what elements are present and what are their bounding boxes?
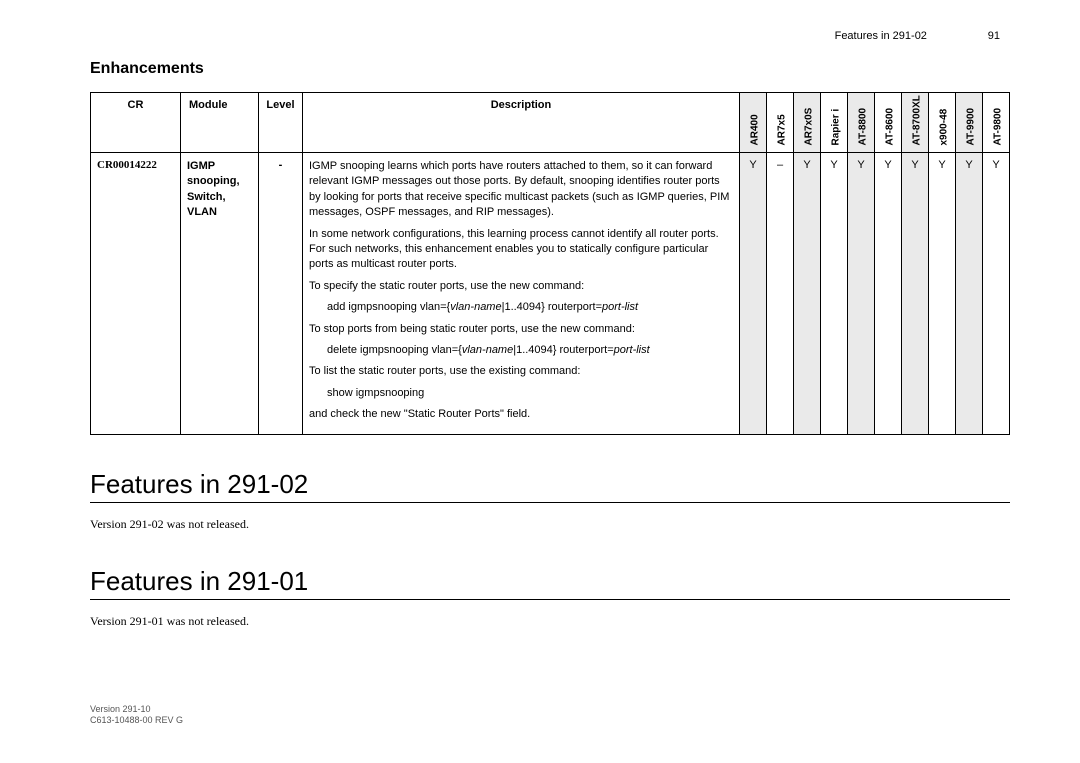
desc-para: and check the new "Static Router Ports" … xyxy=(309,407,733,422)
desc-para: IGMP snooping learns which ports have ro… xyxy=(309,159,733,221)
desc-command: add igmpsnooping vlan={vlan-name|1..4094… xyxy=(327,300,733,315)
desc-para: To list the static router ports, use the… xyxy=(309,364,733,379)
col-description: Description xyxy=(303,93,740,153)
cell-module: IGMP snooping, Switch, VLAN xyxy=(181,153,259,435)
body-text: Version 291-02 was not released. xyxy=(90,517,1010,532)
cell-support: Y xyxy=(983,153,1010,435)
section-title: Enhancements xyxy=(90,60,1010,78)
cell-support: Y xyxy=(848,153,875,435)
cell-support: Y xyxy=(956,153,983,435)
header-text: Features in 291-02 xyxy=(835,30,927,42)
col-device: AT-9800 xyxy=(983,93,1010,153)
col-module: Module xyxy=(181,93,259,153)
desc-command: delete igmpsnooping vlan={vlan-name|1..4… xyxy=(327,343,733,358)
col-device: AR7x5 xyxy=(767,93,794,153)
table-header-row: CR Module Level Description AR400 AR7x5 … xyxy=(91,93,1010,153)
cell-support: Y xyxy=(875,153,902,435)
running-header: Features in 291-02 91 xyxy=(90,30,1010,42)
enhancements-table: CR Module Level Description AR400 AR7x5 … xyxy=(90,92,1010,435)
col-level: Level xyxy=(259,93,303,153)
table-row: CR00014222 IGMP snooping, Switch, VLAN -… xyxy=(91,153,1010,435)
col-device: AR7x0S xyxy=(794,93,821,153)
col-device: Rapier i xyxy=(821,93,848,153)
page-footer: Version 291-10 C613-10488-00 REV G xyxy=(90,704,183,727)
col-device: AT-8600 xyxy=(875,93,902,153)
footer-docid: C613-10488-00 REV G xyxy=(90,715,183,727)
cell-support: – xyxy=(767,153,794,435)
cell-support: Y xyxy=(902,153,929,435)
col-device: AT-8700XL xyxy=(902,93,929,153)
cell-cr: CR00014222 xyxy=(91,153,181,435)
desc-para: To stop ports from being static router p… xyxy=(309,322,733,337)
page-number: 91 xyxy=(930,30,1000,42)
desc-para: In some network configurations, this lea… xyxy=(309,227,733,273)
cell-support: Y xyxy=(794,153,821,435)
cell-description: IGMP snooping learns which ports have ro… xyxy=(303,153,740,435)
body-text: Version 291-01 was not released. xyxy=(90,614,1010,629)
desc-command: show igmpsnooping xyxy=(327,386,733,401)
footer-version: Version 291-10 xyxy=(90,704,183,716)
heading-features-291-02: Features in 291-02 xyxy=(90,469,1010,503)
col-device: x900-48 xyxy=(929,93,956,153)
cell-support: Y xyxy=(821,153,848,435)
col-device: AR400 xyxy=(740,93,767,153)
col-cr: CR xyxy=(91,93,181,153)
heading-features-291-01: Features in 291-01 xyxy=(90,566,1010,600)
cell-support: Y xyxy=(929,153,956,435)
cell-support: Y xyxy=(740,153,767,435)
col-device: AT-9900 xyxy=(956,93,983,153)
col-device: AT-8800 xyxy=(848,93,875,153)
desc-para: To specify the static router ports, use … xyxy=(309,279,733,294)
cell-level: - xyxy=(259,153,303,435)
